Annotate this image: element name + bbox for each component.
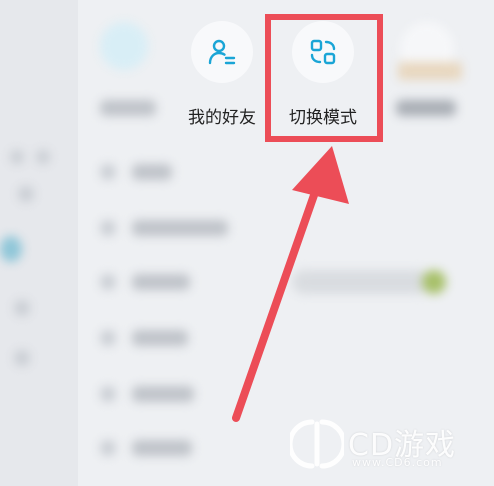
watermark-url: www.CD6.com: [352, 456, 443, 469]
watermark: CD游戏 www.CD6.com: [290, 418, 486, 472]
cd-logo-icon: [290, 419, 344, 469]
pointer-arrow: [232, 146, 349, 422]
